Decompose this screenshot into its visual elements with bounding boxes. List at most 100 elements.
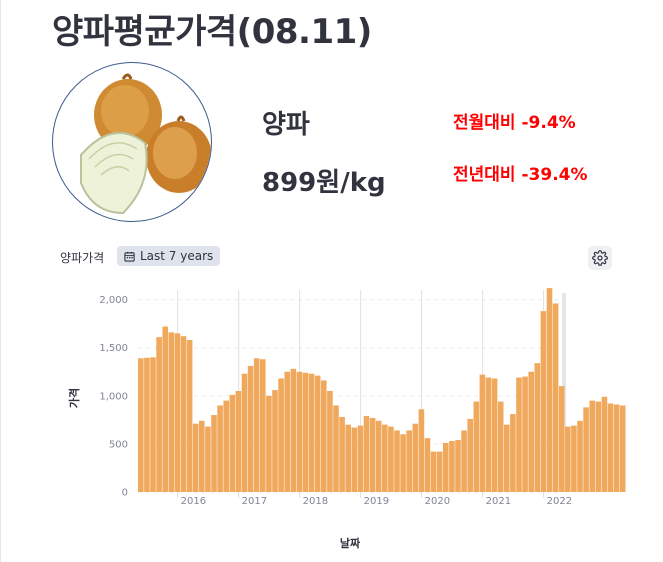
chart-bar	[424, 438, 431, 492]
page-title: 양파평균가격(08.11)	[52, 12, 372, 52]
chart-bar	[473, 401, 480, 492]
chart-bar	[436, 451, 443, 492]
chart-bar	[272, 390, 278, 492]
chart-bar	[522, 376, 528, 492]
product-name: 양파	[262, 110, 310, 140]
chart-bar	[558, 386, 565, 492]
chart-bar	[192, 423, 199, 492]
chart-bar	[613, 404, 620, 492]
chart-bar	[199, 420, 205, 492]
y-tick-label: 500	[109, 439, 128, 450]
chart-label: 양파가격	[60, 251, 105, 265]
chart-bar	[223, 400, 229, 492]
chart-bar	[247, 365, 254, 492]
chart-bar	[369, 417, 376, 492]
bar-layer	[138, 288, 626, 492]
chart-bar	[491, 378, 498, 492]
chart-bar	[138, 358, 144, 492]
y-tick-label: 1,000	[99, 391, 128, 402]
chart-bar	[546, 288, 553, 492]
chart-bar	[418, 409, 425, 492]
chart-bar	[308, 373, 315, 492]
chart-bar	[528, 371, 534, 492]
chart-bar	[180, 336, 187, 492]
x-axis-title: 날짜	[340, 536, 361, 550]
x-tick-label: 2019	[364, 496, 389, 507]
chart-bar	[595, 401, 602, 492]
chart-bar	[571, 425, 577, 492]
chart-bar	[168, 332, 175, 492]
chart-bar	[284, 371, 290, 492]
chart-bar	[607, 403, 614, 492]
chart-bar	[235, 391, 242, 492]
chart-settings-button[interactable]	[588, 246, 612, 270]
x-tick-label: 2017	[242, 496, 267, 507]
chart-bar	[504, 424, 510, 492]
chart-bar	[461, 430, 467, 492]
chart-bar	[388, 426, 394, 492]
chart-bar	[186, 340, 193, 492]
chart-bar	[552, 303, 559, 492]
chart-bar	[156, 337, 162, 492]
chart-bar	[278, 378, 284, 492]
date-range-chip[interactable]: Last 7 years	[117, 246, 221, 266]
year-over-year-change: 전년대비 -39.4%	[453, 165, 588, 185]
chart-bar	[266, 395, 272, 492]
chart-bar	[363, 416, 370, 492]
chart-bar	[150, 357, 156, 492]
chart-bar	[321, 380, 327, 492]
chart-bar	[217, 405, 223, 492]
chart-bar	[394, 430, 400, 492]
chart-bar	[449, 441, 455, 492]
chart-bar	[583, 407, 589, 492]
chart-bar	[339, 416, 345, 492]
chart-bar	[534, 363, 541, 492]
price-bar-chart: 0 500 1,000 1,500 2,000 2016 2017 2018 2019 2020 2…	[67, 288, 626, 550]
chart-bar	[375, 420, 382, 492]
chart-bar	[174, 333, 181, 492]
y-axis-title: 가격	[67, 388, 81, 408]
chart-bar	[443, 442, 449, 492]
product-price: 899원/kg	[262, 168, 386, 198]
chart-bar	[260, 359, 266, 492]
y-tick-label: 0	[122, 488, 128, 499]
calendar-icon	[124, 251, 135, 262]
chart-bar	[314, 375, 321, 492]
x-tick-label: 2021	[486, 496, 511, 507]
x-tick-label: 2020	[425, 496, 450, 507]
chart-bar	[205, 426, 211, 492]
x-tick-label: 2016	[181, 496, 206, 507]
chart-bar	[351, 427, 358, 492]
chart-bar	[345, 424, 351, 492]
chart-bar	[144, 357, 150, 492]
chart-bar	[357, 425, 364, 492]
chart-bar	[455, 440, 461, 492]
y-tick-label: 1,500	[99, 343, 128, 354]
chart-bar	[327, 391, 333, 492]
chart-bar	[241, 373, 248, 492]
x-tick-label: 2022	[547, 496, 572, 507]
chart-bar	[485, 377, 492, 492]
chart-bar	[516, 377, 522, 492]
chart-bar	[619, 405, 626, 492]
chart-bar	[400, 434, 406, 492]
chart-bar	[412, 423, 419, 492]
chart-bar	[467, 418, 473, 492]
onion-photo	[52, 62, 212, 222]
gear-icon	[592, 250, 608, 266]
chart-bar	[211, 415, 217, 492]
chart-bar	[540, 311, 547, 492]
chart-bar	[229, 394, 236, 492]
chart-bar	[601, 396, 608, 492]
chart-bar	[253, 358, 260, 492]
chart-bar	[577, 420, 583, 492]
chart-bar	[497, 401, 504, 492]
chart-bar	[382, 424, 388, 492]
chart-bar	[589, 400, 595, 492]
x-tick-label: 2018	[303, 496, 328, 507]
month-over-month-change: 전월대비 -9.4%	[453, 113, 576, 133]
chart-bar	[479, 374, 486, 492]
chart-bar	[430, 451, 437, 492]
chart-bar	[290, 368, 297, 492]
chart-bar	[510, 414, 516, 492]
